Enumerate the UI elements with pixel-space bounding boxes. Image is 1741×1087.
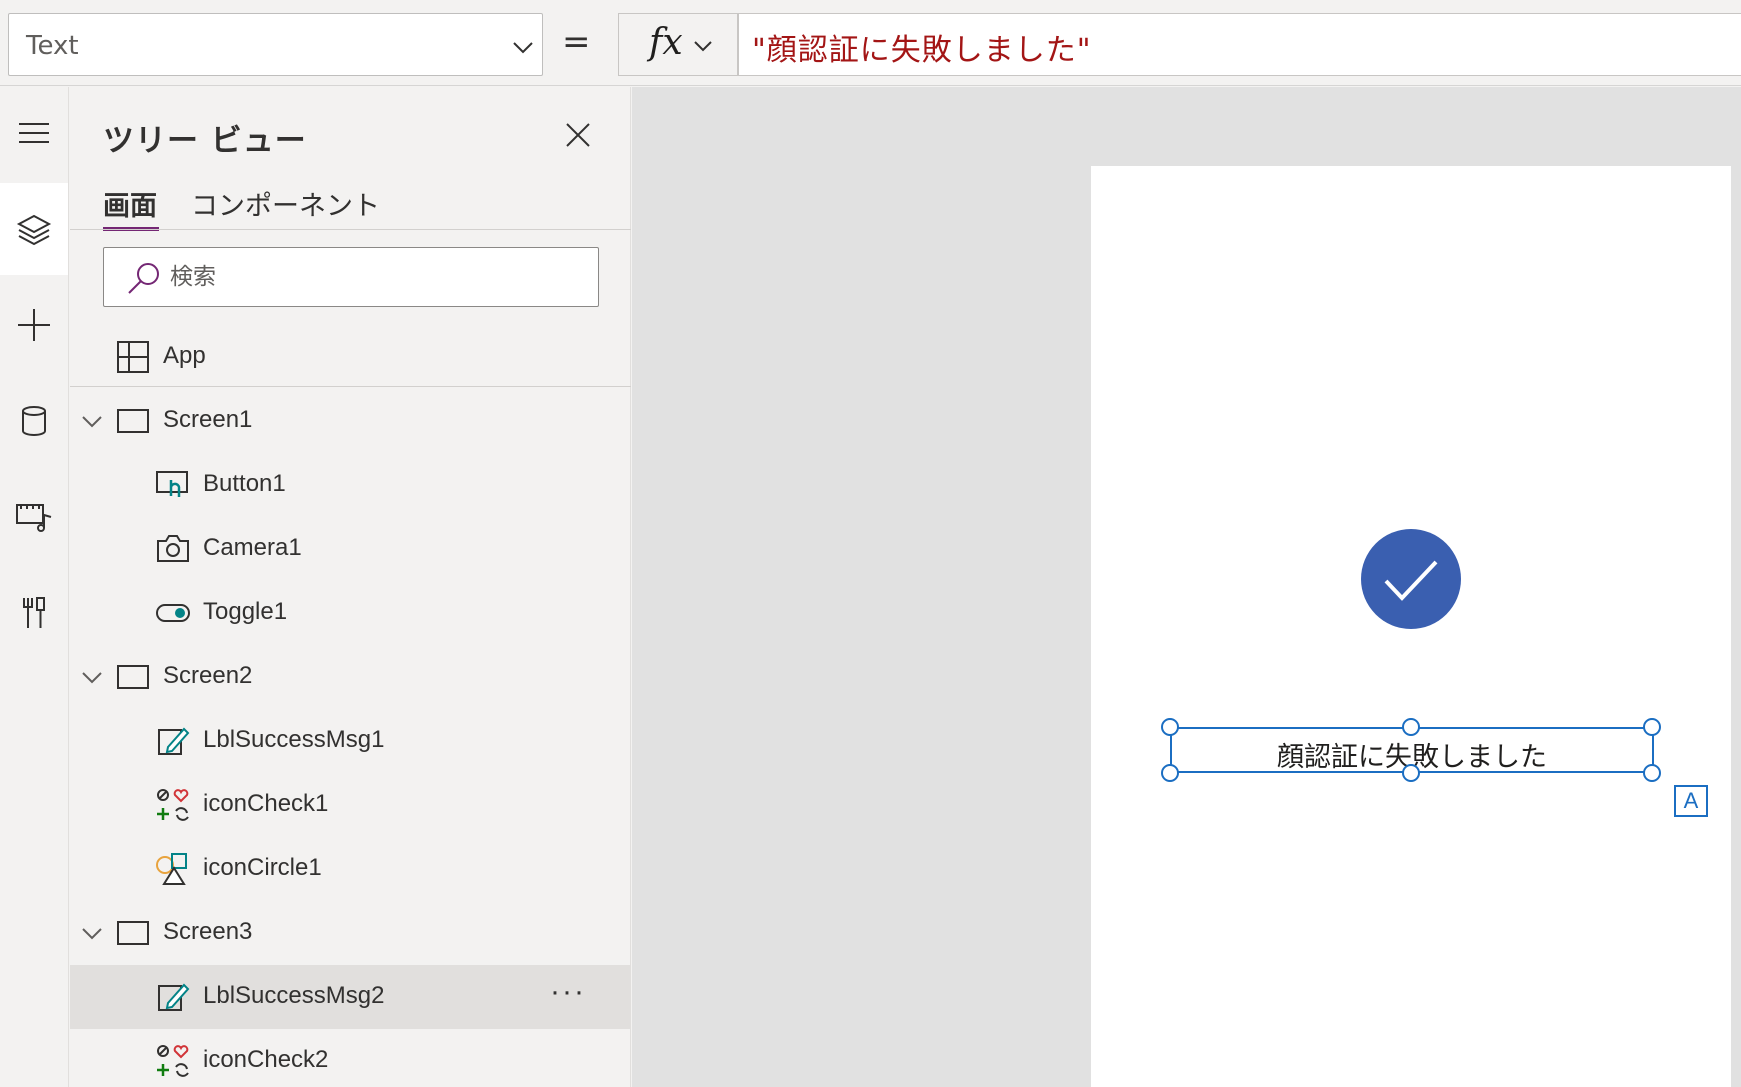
check-circle-icon[interactable] xyxy=(1360,528,1462,630)
tree-item-label: LblSuccessMsg2 xyxy=(203,982,385,1009)
tab-components[interactable]: コンポーネント xyxy=(191,184,380,223)
close-icon[interactable] xyxy=(562,119,594,151)
search-box xyxy=(103,247,599,307)
divider xyxy=(70,229,631,230)
edit-label-icon xyxy=(158,727,190,755)
fx-icon: fx xyxy=(649,22,683,63)
resize-handle[interactable] xyxy=(1643,764,1661,782)
tree-item-lblsuccessmsg2[interactable]: LblSuccessMsg2 ··· xyxy=(70,965,631,1029)
property-dropdown[interactable]: Text xyxy=(8,13,543,76)
canvas-area: 顔認証に失敗しました A xyxy=(632,87,1741,1087)
tree-item-label: Button1 xyxy=(203,470,286,497)
tree-item-iconcircle1[interactable]: iconCircle1 xyxy=(70,837,631,901)
equals-sign: = xyxy=(562,22,591,62)
divider xyxy=(70,386,631,387)
fx-button[interactable]: fx xyxy=(618,13,738,76)
resize-handle[interactable] xyxy=(1161,718,1179,736)
tree-item-label: LblSuccessMsg1 xyxy=(203,726,385,753)
resize-handle[interactable] xyxy=(1402,718,1420,736)
camera-icon xyxy=(157,535,189,562)
resize-handle[interactable] xyxy=(1643,718,1661,736)
chevron-down-icon xyxy=(513,42,533,54)
tree-item-label: App xyxy=(163,342,206,369)
advanced-tools-button[interactable] xyxy=(0,567,68,659)
edit-label-icon xyxy=(158,983,190,1011)
button-icon xyxy=(156,471,188,497)
left-rail xyxy=(0,87,69,1087)
formula-bar: Text = fx "顔認証に失敗しました" xyxy=(0,0,1741,86)
plus-icon xyxy=(18,309,50,341)
media-button[interactable] xyxy=(0,471,68,563)
toggle-icon xyxy=(156,604,190,622)
property-value: Text xyxy=(26,31,79,61)
tree-item-button1[interactable]: Button1 xyxy=(70,453,631,517)
tree-item-camera1[interactable]: Camera1 xyxy=(70,517,631,581)
tree-item-screen3[interactable]: Screen3 xyxy=(70,901,631,965)
formula-input[interactable]: "顔認証に失敗しました" xyxy=(738,13,1741,76)
screen-icon xyxy=(117,665,149,689)
tab-screens[interactable]: 画面 xyxy=(103,184,157,223)
insert-button[interactable] xyxy=(0,279,68,371)
tree-item-iconcheck2[interactable]: iconCheck2 xyxy=(70,1029,631,1087)
tree-item-label: Toggle1 xyxy=(203,598,288,625)
tree-item-app[interactable]: App xyxy=(70,325,631,389)
formula-text: "顔認証に失敗しました" xyxy=(752,33,1092,68)
screen-icon xyxy=(117,409,149,433)
tree-item-label: Screen3 xyxy=(163,918,253,945)
chevron-down-icon[interactable] xyxy=(80,921,104,945)
control-type-badge: A xyxy=(1674,785,1708,817)
tree-item-label: Camera1 xyxy=(203,534,302,561)
app-screen[interactable]: 顔認証に失敗しました A xyxy=(1091,166,1731,1087)
tree-item-label: Screen2 xyxy=(163,662,253,689)
resize-handle[interactable] xyxy=(1402,764,1420,782)
tree-item-label: iconCheck2 xyxy=(203,1046,329,1073)
search-input[interactable] xyxy=(170,260,570,294)
screen-icon xyxy=(117,921,149,945)
chevron-down-icon[interactable] xyxy=(80,665,104,689)
media-icon xyxy=(16,504,52,532)
tree-item-label: iconCircle1 xyxy=(203,854,322,881)
tree-view-button[interactable] xyxy=(0,183,68,275)
shapes-icon xyxy=(156,853,187,885)
hamburger-icon xyxy=(19,123,49,143)
more-options-button[interactable]: ··· xyxy=(550,975,586,1009)
icons-icon xyxy=(157,789,189,821)
tree-item-screen1[interactable]: Screen1 xyxy=(70,389,631,453)
chevron-down-icon[interactable] xyxy=(80,409,104,433)
tree-item-label: iconCheck1 xyxy=(203,790,329,817)
app-icon xyxy=(117,341,149,373)
tree-item-iconcheck1[interactable]: iconCheck1 xyxy=(70,773,631,837)
tree-item-toggle1[interactable]: Toggle1 xyxy=(70,581,631,645)
database-icon xyxy=(22,406,46,436)
tree-view-panel: ツリー ビュー 画面 コンポーネント App Screen1 Button1 C… xyxy=(70,87,631,1087)
search-icon xyxy=(128,263,159,294)
icons-icon xyxy=(157,1045,189,1077)
tree-item-label: Screen1 xyxy=(163,406,253,433)
hamburger-menu-button[interactable] xyxy=(0,87,68,179)
resize-handle[interactable] xyxy=(1161,764,1179,782)
panel-title: ツリー ビュー xyxy=(103,123,307,159)
tools-icon xyxy=(23,597,45,628)
chevron-down-icon xyxy=(694,41,712,52)
layers-icon xyxy=(16,214,52,246)
tree-item-lblsuccessmsg1[interactable]: LblSuccessMsg1 xyxy=(70,709,631,773)
tree-item-screen2[interactable]: Screen2 xyxy=(70,645,631,709)
data-button[interactable] xyxy=(0,375,68,467)
